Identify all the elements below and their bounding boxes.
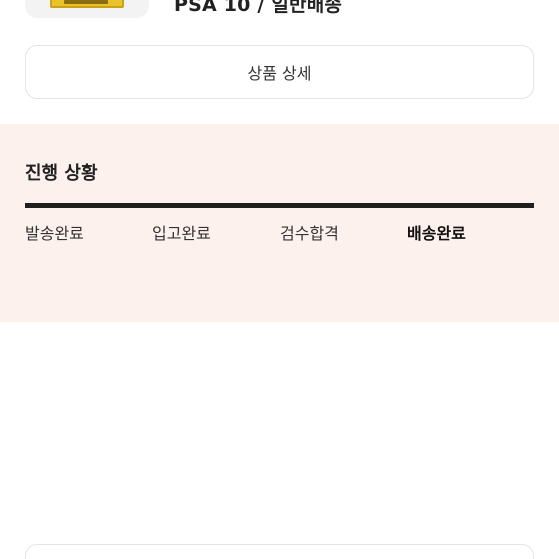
step-delivered: 배송완료 [407, 224, 466, 243]
product-summary[interactable]: PSA 10 / 일반배송 [0, 0, 559, 30]
product-detail-button[interactable]: 상품 상세 [25, 45, 534, 99]
progress-bar [25, 203, 534, 208]
progress-section: 진행 상황 발송완료 입고완료 검수합격 배송완료 [0, 124, 559, 322]
progress-steps: 발송완료 입고완료 검수합격 배송완료 [25, 220, 534, 244]
progress-title: 진행 상황 [25, 163, 98, 184]
product-title: PSA 10 / 일반배송 [174, 0, 343, 16]
step-shipped: 발송완료 [25, 224, 84, 243]
bottom-card [25, 544, 534, 559]
step-inspection-passed: 검수합격 [280, 224, 339, 243]
progress-bar-fill [25, 203, 534, 208]
step-received: 입고완료 [152, 224, 211, 243]
product-thumbnail [25, 0, 149, 18]
graded-card-icon [50, 0, 124, 8]
